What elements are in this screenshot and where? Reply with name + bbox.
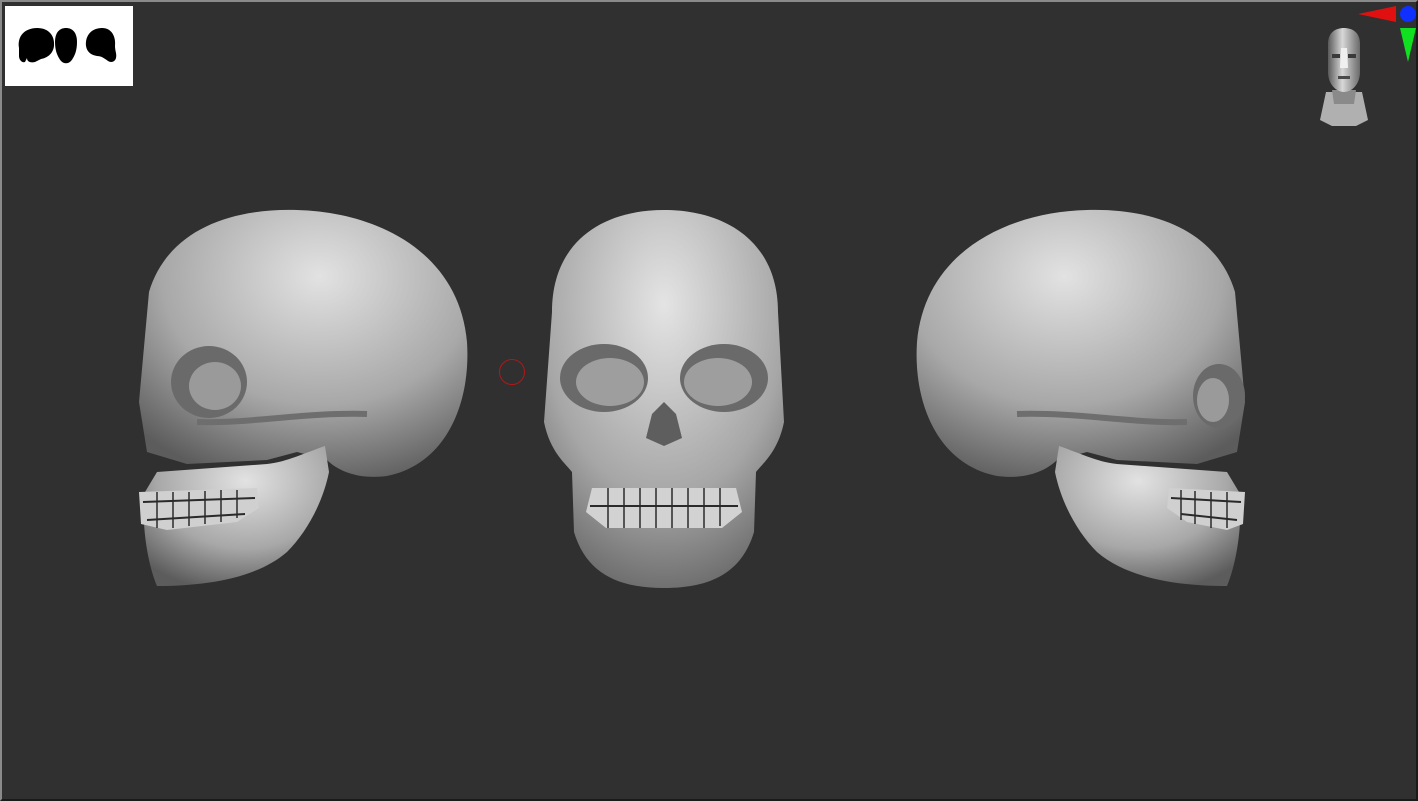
navigation-head[interactable] bbox=[1314, 26, 1374, 130]
brush-cursor-icon bbox=[499, 359, 525, 385]
skull-front-view[interactable] bbox=[532, 202, 797, 594]
navigation-head-icon bbox=[1320, 28, 1368, 126]
silhouette-thumbnail bbox=[5, 6, 133, 86]
skull-right-view-icon bbox=[916, 209, 1245, 586]
skull-left-view[interactable] bbox=[127, 202, 477, 594]
skull-left-view-icon bbox=[139, 209, 468, 586]
silhouette-thumbnail-icon bbox=[18, 28, 117, 64]
skull-front-view-icon bbox=[544, 210, 784, 588]
skull-right-view[interactable] bbox=[907, 202, 1257, 594]
document-viewport[interactable] bbox=[0, 0, 1418, 801]
